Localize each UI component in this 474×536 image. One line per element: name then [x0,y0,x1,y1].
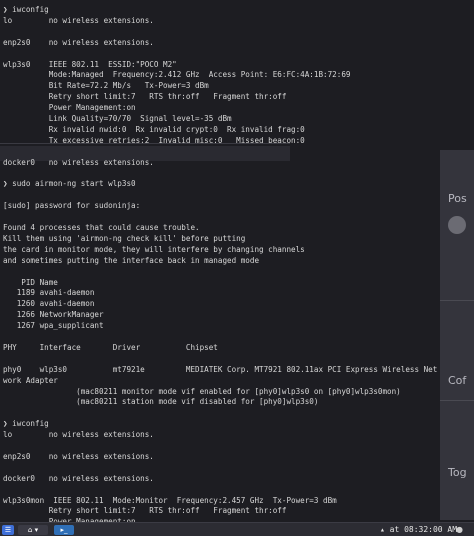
terminal-line: 1260 avahi-daemon [3,299,95,309]
terminal-line: (mac80211 station mode vif disabled for … [3,397,319,407]
terminal-line: (mac80211 monitor mode vif enabled for [… [3,386,401,396]
clock[interactable]: ▴ at 08:32:00 AM [380,524,457,536]
terminal-line: 1266 NetworkManager [3,310,104,320]
terminal-line: 1267 wpa_supplicant [3,321,104,331]
command-line: ❯ sudo airmon-ng start wlp3s0 [3,179,136,189]
terminal-line: work Adapter [3,375,58,385]
terminal-line: docker0 no wireless extensions. [3,157,154,167]
terminal-line: Tx excessive retries:2 Invalid misc:0 Mi… [3,135,305,145]
terminal-line: PHY Interface Driver Chipset [3,342,218,352]
terminal-line: wlp3s0mon IEEE 802.11 Mode:Monitor Frequ… [3,495,337,505]
terminal-line: 1189 avahi-daemon [3,288,95,298]
terminal-window[interactable]: ❯ iwconfig lo no wireless extensions. enp2… [0,0,474,522]
terminal-line: PID Name [3,277,58,287]
terminal-line: phy0 wlp3s0 mt7921e MEDIATEK Corp. MT792… [3,364,438,374]
terminal-line: enp2s0 no wireless extensions. [3,451,154,461]
terminal-line: Found 4 processes that could cause troub… [3,223,200,232]
terminal-line: the card in monitor mode, they will inte… [3,244,305,254]
desktop-screen: Pos Cof Tog ❯ iwconfig lo no wireless ext… [0,0,474,536]
taskbar: ☰ ⌂ ▾ ▸_ ▴ at 08:32:00 AM ● [0,522,474,536]
terminal-line: Power Management:on [3,103,136,113]
terminal-taskbar-button[interactable]: ▸_ [54,525,74,535]
terminal-line: docker0 no wireless extensions. [3,473,154,483]
terminal-line: [sudo] password for sudoninja: [3,201,141,211]
terminal-line: lo no wireless extensions. [3,430,154,440]
terminal-line: lo no wireless extensions. [3,15,154,25]
terminal-line: Link Quality=70/70 Signal level=-35 dBm [3,114,232,123]
terminal-line: and sometimes putting the interface back… [3,255,260,265]
command-line: ❯ iwconfig [3,5,49,14]
command-line: ❯ iwconfig [3,419,49,429]
terminal-line: enp2s0 no wireless extensions. [3,37,154,47]
terminal-line: Retry short limit:7 RTS thr:off Fragment… [3,92,287,102]
terminal-line: Kill them using 'airmon-ng check kill' b… [3,233,246,243]
home-menu-button[interactable]: ⌂ ▾ [18,525,48,535]
terminal-line: Retry short limit:7 RTS thr:off Fragment… [3,506,287,516]
terminal-line: Rx invalid nwid:0 Rx invalid crypt:0 Rx … [3,124,305,134]
terminal-line: Mode:Managed Frequency:2.412 GHz Access … [3,70,351,80]
tray-status-icon[interactable]: ● [456,526,470,534]
terminal-line: wlp3s0 IEEE 802.11 ESSID:"POCO M2" [3,59,177,69]
start-menu-button[interactable]: ☰ [2,525,14,535]
terminal-line: Bit Rate=72.2 Mb/s Tx-Power=3 dBm [3,81,209,91]
